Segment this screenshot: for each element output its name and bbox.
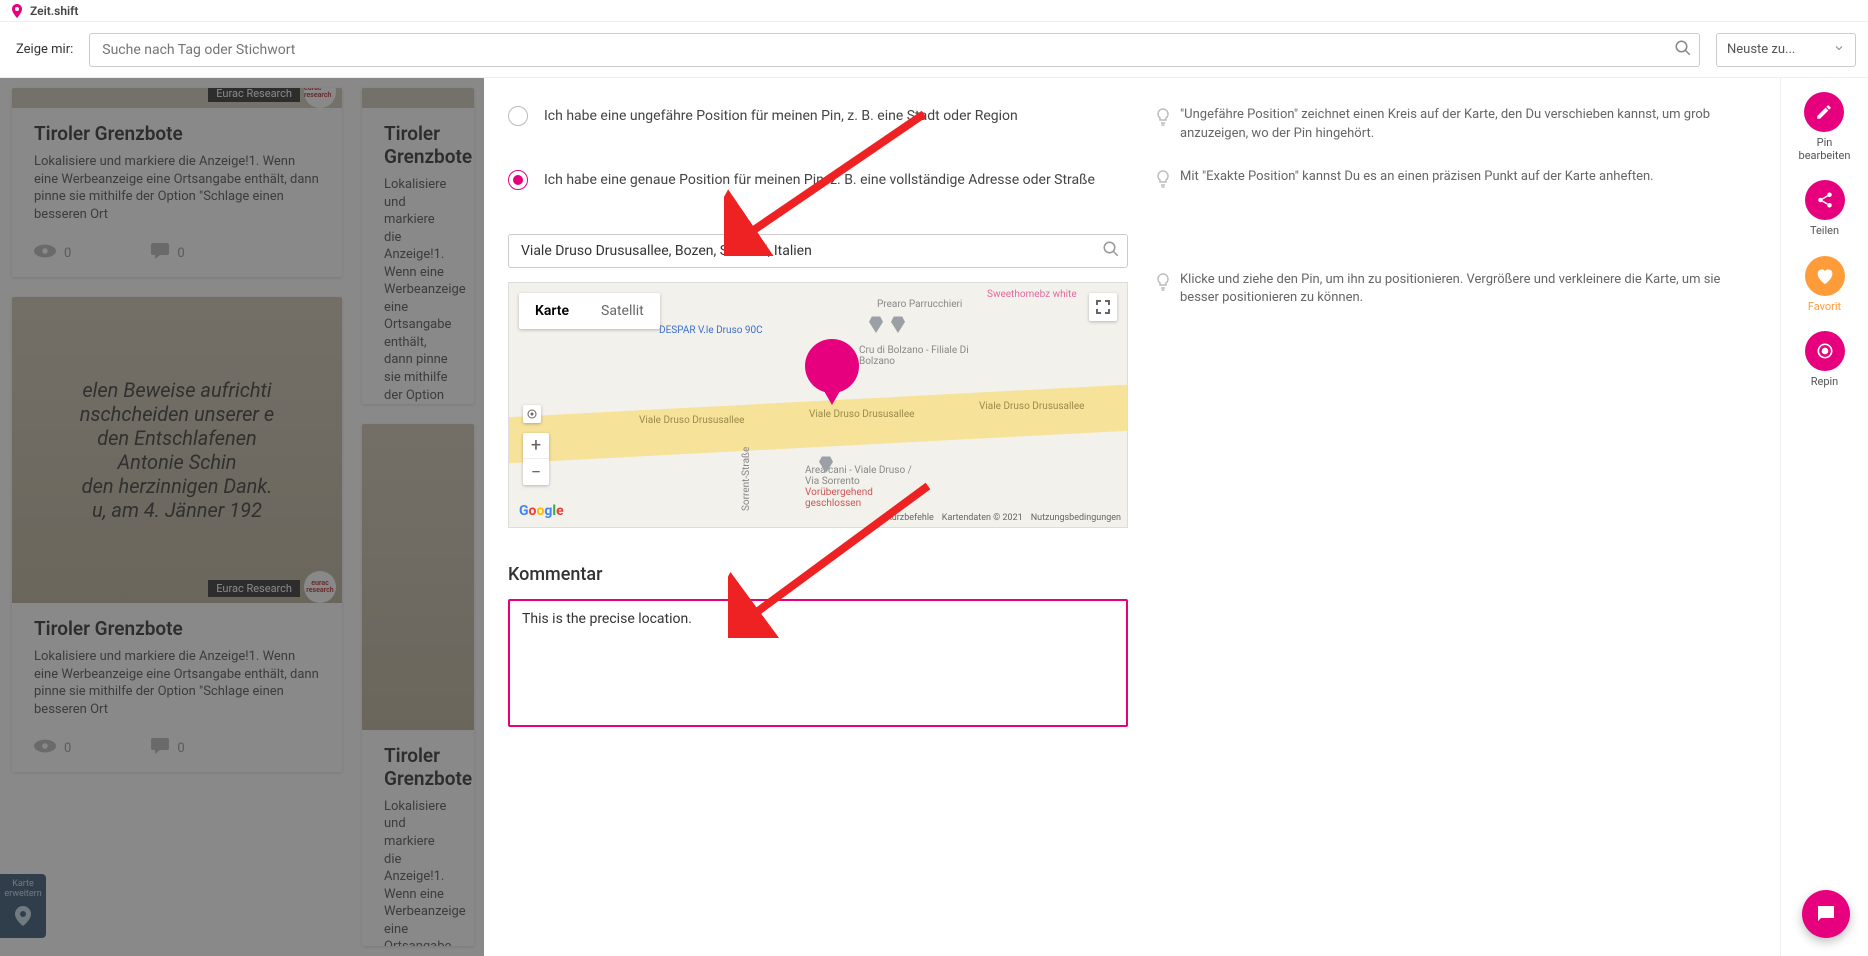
zoom-out-button[interactable]: −	[523, 459, 549, 485]
road-label: Viale Druso Drususallee	[809, 409, 914, 420]
share-label: Teilen	[1810, 224, 1839, 237]
map-poi: Cru di Bolzano - Filiale Di Bolzano	[859, 345, 969, 367]
radio-exact-label: Ich habe eine genaue Position für meinen…	[544, 172, 1095, 188]
map-type-toggle[interactable]: Karte Satellit	[519, 293, 660, 329]
eye-icon	[34, 244, 56, 262]
card-desc: Lokalisiere und markiere die Anzeige!1. …	[34, 648, 320, 718]
favorite-label: Favorit	[1808, 300, 1841, 313]
chat-icon	[1814, 902, 1838, 926]
hint-exact: Mit "Exakte Position" kannst Du es an ei…	[1156, 168, 1756, 195]
lightbulb-icon	[1156, 273, 1170, 309]
app-logo-icon	[12, 4, 22, 18]
radio-approx-row[interactable]: Ich habe eine ungefähre Position für mei…	[508, 106, 1128, 126]
pencil-icon	[1804, 92, 1844, 132]
card-title: Tiroler Grenzbote	[384, 122, 452, 168]
card[interactable]: elen Beweise aufrichti nschcheiden unser…	[12, 297, 342, 772]
chat-fab[interactable]	[1802, 890, 1850, 938]
recenter-icon[interactable]	[523, 405, 541, 423]
comment-heading: Kommentar	[508, 564, 1128, 585]
radio-exact-row[interactable]: Ich habe eine genaue Position für meinen…	[508, 170, 1128, 190]
map[interactable]: Viale Druso Drususallee Viale Druso Drus…	[508, 282, 1128, 528]
radio-approx[interactable]	[508, 106, 528, 126]
views-count: 0	[64, 741, 71, 756]
card-title: Tiroler Grenzbote	[384, 744, 452, 790]
card-desc: Lokalisiere und markiere die Anzeige!1. …	[384, 798, 452, 946]
map-poi: Sweethomebz white	[987, 289, 1077, 300]
card-thumb	[362, 424, 474, 730]
search-wrap	[89, 33, 1700, 67]
card-title: Tiroler Grenzbote	[34, 122, 320, 145]
location-icon	[2, 906, 44, 930]
card-thumb	[362, 88, 474, 108]
edit-pin-button[interactable]: Pin bearbeiten	[1799, 92, 1851, 162]
card[interactable]: Tiroler Grenzbote Lokalisiere und markie…	[362, 88, 474, 404]
map-tab-satellite[interactable]: Satellit	[585, 293, 660, 329]
comment-icon	[151, 738, 169, 758]
comment-input[interactable]	[508, 599, 1128, 727]
map-poi-pin-icon	[891, 315, 907, 337]
source-logo: eurac research	[304, 571, 336, 603]
hint-approx: "Ungefähre Position" zeichnet einen Krei…	[1156, 106, 1756, 144]
favorite-button[interactable]: Favorit	[1805, 256, 1845, 313]
source-badge: Eurac Research	[208, 88, 300, 102]
comments-count: 0	[177, 246, 184, 261]
edit-pin-label: Pin bearbeiten	[1799, 136, 1851, 162]
search-icon[interactable]	[1674, 39, 1692, 61]
repin-icon	[1805, 331, 1845, 371]
map-pin-marker[interactable]	[805, 339, 859, 393]
hint-drag: Klicke und ziehe den Pin, um ihn zu posi…	[1156, 271, 1756, 309]
google-logo: Google	[519, 503, 564, 519]
source-logo: eurac research	[304, 88, 336, 108]
expand-map-tab[interactable]: Karte erweitern	[0, 874, 46, 938]
repin-button[interactable]: Repin	[1805, 331, 1845, 388]
road-label: Viale Druso Drususallee	[979, 401, 1084, 412]
map-poi: Prearo Parrucchieri	[877, 299, 962, 310]
lightbulb-icon	[1156, 108, 1170, 144]
card-thumb: Eurac Research eurac research	[12, 88, 342, 108]
map-road	[508, 384, 1128, 463]
radio-approx-label: Ich habe eine ungefähre Position für mei…	[544, 108, 1018, 124]
fullscreen-icon[interactable]	[1089, 293, 1117, 321]
chevron-down-icon	[1833, 42, 1845, 58]
comment-icon	[151, 243, 169, 263]
lightbulb-icon	[1156, 170, 1170, 195]
road-label: Viale Druso Drususallee	[639, 415, 744, 426]
heart-icon	[1805, 256, 1845, 296]
search-icon[interactable]	[1102, 240, 1120, 262]
map-tab-map[interactable]: Karte	[519, 293, 585, 329]
eye-icon	[34, 739, 56, 757]
card-title: Tiroler Grenzbote	[34, 617, 320, 640]
map-zoom: + −	[523, 433, 549, 485]
card[interactable]: Eurac Research eurac research Tiroler Gr…	[12, 88, 342, 277]
views-count: 0	[64, 246, 71, 261]
comments-count: 0	[177, 741, 184, 756]
window-titlebar: Zeit.shift	[0, 0, 1868, 22]
search-label: Zeige mir:	[16, 42, 73, 57]
sort-dropdown[interactable]: Neuste zu...	[1716, 33, 1856, 67]
search-input[interactable]	[89, 33, 1700, 67]
radio-exact[interactable]	[508, 170, 528, 190]
action-rail: Pin bearbeiten Teilen Favorit Repin	[1780, 78, 1868, 956]
location-search-wrap	[508, 234, 1128, 268]
map-poi-pin-icon	[819, 455, 835, 477]
app-brand: Zeit.shift	[30, 4, 78, 18]
search-row: Zeige mir: Neuste zu...	[0, 22, 1868, 78]
card[interactable]: Tiroler Grenzbote Lokalisiere und markie…	[362, 424, 474, 946]
location-modal: Ich habe eine ungefähre Position für mei…	[484, 78, 1780, 956]
card-thumb: elen Beweise aufrichti nschcheiden unser…	[12, 297, 342, 603]
map-street-label: Sorrent-Straße	[741, 447, 752, 511]
source-badge: Eurac Research	[208, 580, 300, 597]
location-input[interactable]	[508, 234, 1128, 268]
sort-selected: Neuste zu...	[1727, 42, 1795, 57]
repin-label: Repin	[1811, 375, 1839, 388]
share-icon	[1805, 180, 1845, 220]
zoom-in-button[interactable]: +	[523, 433, 549, 459]
map-poi-pin-icon	[869, 315, 885, 337]
share-button[interactable]: Teilen	[1805, 180, 1845, 237]
map-attribution: Kurzbefehle Kartendaten © 2021 Nutzungsb…	[886, 513, 1121, 523]
card-desc: Lokalisiere und markiere die Anzeige!1. …	[384, 176, 452, 404]
map-poi: DESPAR V.le Druso 90C	[659, 325, 763, 336]
card-desc: Lokalisiere und markiere die Anzeige!1. …	[34, 153, 320, 223]
